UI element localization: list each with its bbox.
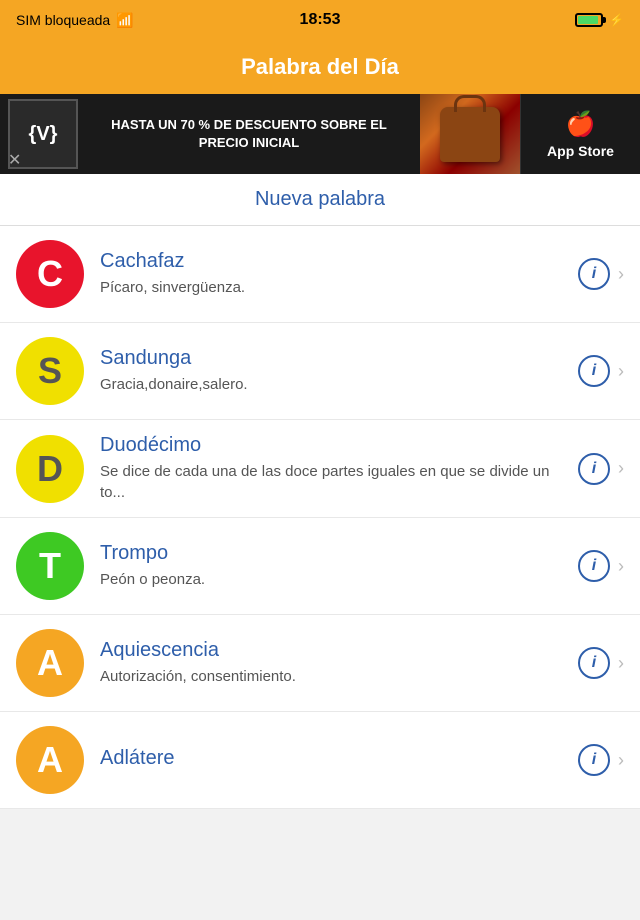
word-avatar: A: [16, 726, 84, 794]
chevron-right-icon: ›: [618, 556, 624, 577]
word-definition: Autorización, consentimiento.: [100, 666, 570, 687]
carrier-text: SIM bloqueada: [16, 12, 110, 28]
app-title: Palabra del Día: [241, 54, 399, 80]
appstore-label: App Store: [547, 143, 614, 159]
word-item[interactable]: T Trompo Peón o peonza. i ›: [0, 518, 640, 615]
word-title: Aquiescencia: [100, 639, 570, 662]
word-actions[interactable]: i ›: [578, 647, 624, 679]
nueva-palabra-section: Nueva palabra: [0, 174, 640, 226]
ad-text: HASTA UN 70 % DE DESCUENTO SOBRE EL PREC…: [78, 116, 420, 152]
word-item[interactable]: C Cachafaz Pícaro, sinvergüenza. i ›: [0, 226, 640, 323]
word-avatar: C: [16, 240, 84, 308]
word-actions[interactable]: i ›: [578, 744, 624, 776]
word-content: Aquiescencia Autorización, consentimient…: [100, 639, 570, 687]
word-avatar: T: [16, 532, 84, 600]
word-avatar: S: [16, 337, 84, 405]
word-item[interactable]: S Sandunga Gracia,donaire,salero. i ›: [0, 323, 640, 420]
word-content: Cachafaz Pícaro, sinvergüenza.: [100, 250, 570, 298]
charging-icon: ⚡: [609, 13, 624, 27]
battery-fill: [578, 16, 598, 24]
word-actions[interactable]: i ›: [578, 258, 624, 290]
ad-logo-text: {V}: [29, 123, 58, 146]
word-content: Adlátere: [100, 747, 570, 774]
word-title: Trompo: [100, 542, 570, 565]
bag-icon: [440, 107, 500, 162]
status-bar: SIM bloqueada 📶 18:53 ⚡: [0, 0, 640, 40]
word-item[interactable]: A Aquiescencia Autorización, consentimie…: [0, 615, 640, 712]
word-definition: Peón o peonza.: [100, 569, 570, 590]
word-title: Duodécimo: [100, 434, 570, 457]
word-definition: Gracia,donaire,salero.: [100, 374, 570, 395]
word-actions[interactable]: i ›: [578, 453, 624, 485]
word-content: Sandunga Gracia,donaire,salero.: [100, 347, 570, 395]
chevron-right-icon: ›: [618, 653, 624, 674]
info-button[interactable]: i: [578, 550, 610, 582]
word-item[interactable]: A Adlátere i ›: [0, 712, 640, 809]
info-button[interactable]: i: [578, 453, 610, 485]
word-avatar: A: [16, 629, 84, 697]
battery-icon: [575, 13, 603, 27]
word-actions[interactable]: i ›: [578, 355, 624, 387]
wifi-icon: 📶: [116, 12, 133, 29]
word-title: Cachafaz: [100, 250, 570, 273]
ad-appstore[interactable]: 🍎 App Store: [520, 94, 640, 174]
status-time: 18:53: [300, 11, 341, 29]
word-definition: Pícaro, sinvergüenza.: [100, 277, 570, 298]
words-list: C Cachafaz Pícaro, sinvergüenza. i › S S…: [0, 226, 640, 809]
apple-icon: 🍎: [566, 110, 596, 139]
info-button[interactable]: i: [578, 355, 610, 387]
word-avatar: D: [16, 435, 84, 503]
word-title: Sandunga: [100, 347, 570, 370]
info-button[interactable]: i: [578, 647, 610, 679]
close-ad-button[interactable]: ✕: [8, 150, 21, 170]
title-bar: Palabra del Día: [0, 40, 640, 94]
word-definition: Se dice de cada una de las doce partes i…: [100, 461, 570, 503]
chevron-right-icon: ›: [618, 361, 624, 382]
status-right: ⚡: [575, 13, 624, 27]
word-title: Adlátere: [100, 747, 570, 770]
word-content: Trompo Peón o peonza.: [100, 542, 570, 590]
nueva-palabra-label: Nueva palabra: [255, 188, 385, 210]
word-item[interactable]: D Duodécimo Se dice de cada una de las d…: [0, 420, 640, 518]
info-button[interactable]: i: [578, 744, 610, 776]
chevron-right-icon: ›: [618, 458, 624, 479]
info-button[interactable]: i: [578, 258, 610, 290]
ad-banner[interactable]: {V} HASTA UN 70 % DE DESCUENTO SOBRE EL …: [0, 94, 640, 174]
word-actions[interactable]: i ›: [578, 550, 624, 582]
chevron-right-icon: ›: [618, 264, 624, 285]
ad-image: [420, 94, 520, 174]
status-carrier: SIM bloqueada 📶: [16, 12, 134, 29]
word-content: Duodécimo Se dice de cada una de las doc…: [100, 434, 570, 503]
chevron-right-icon: ›: [618, 750, 624, 771]
